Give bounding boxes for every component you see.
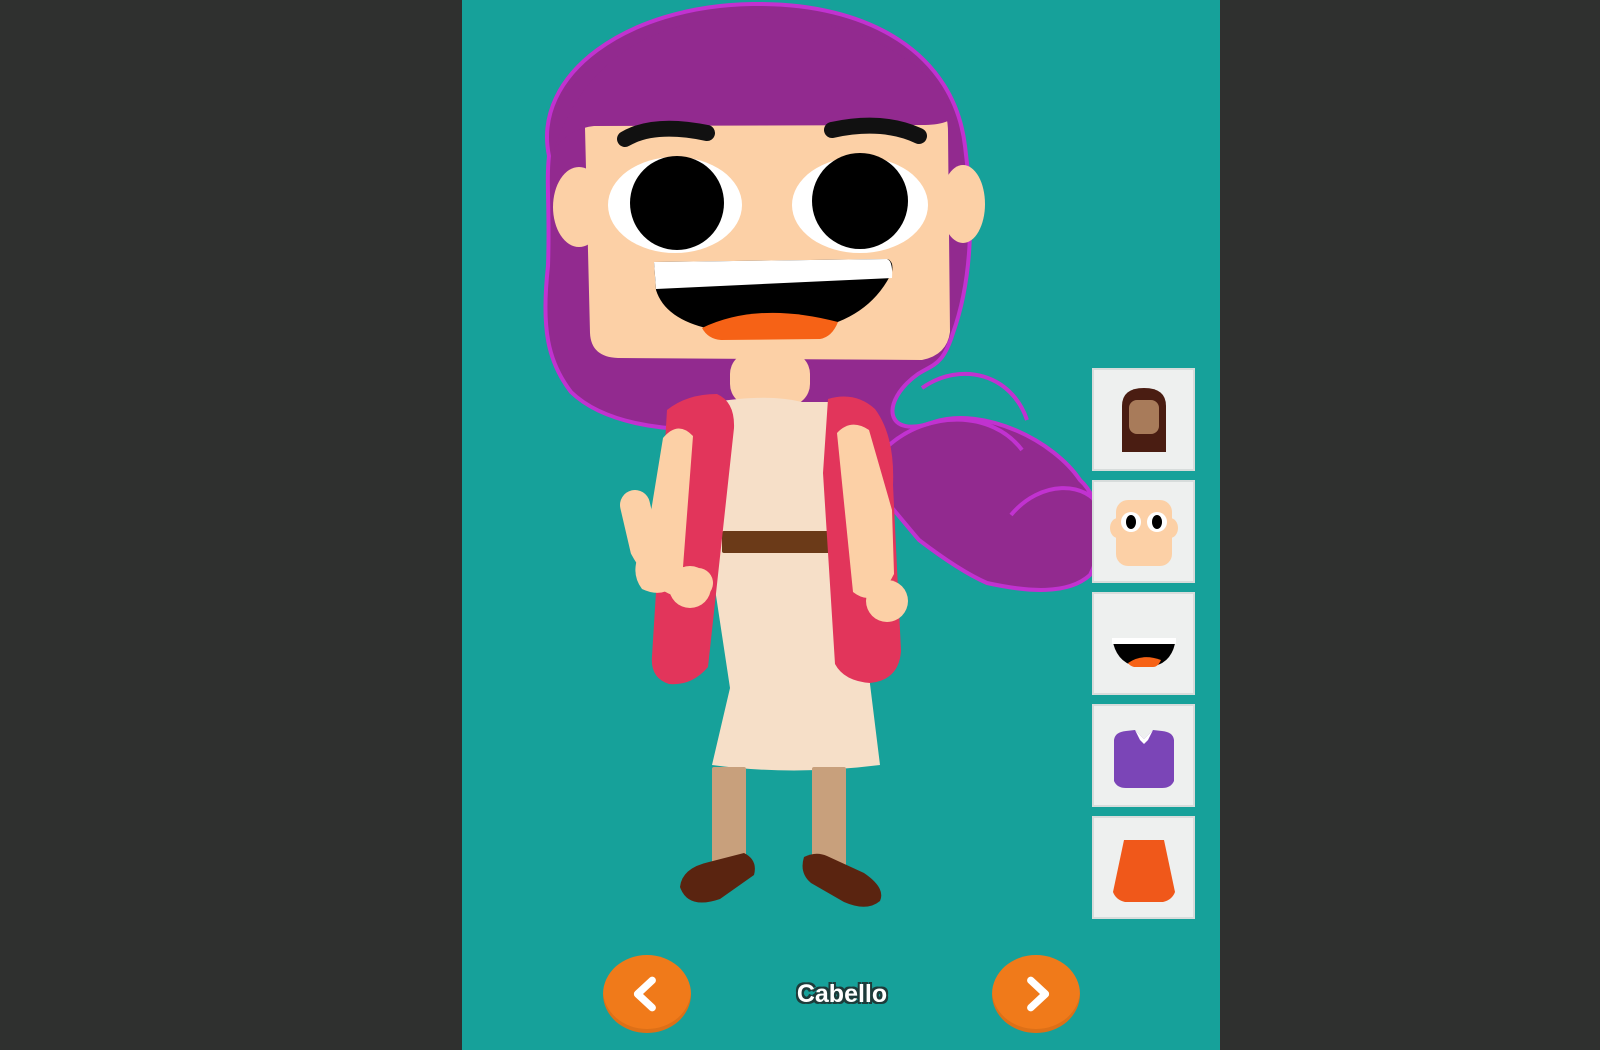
hair-icon [1121, 387, 1166, 452]
part-selector [1092, 368, 1195, 919]
chevron-right-icon [1027, 976, 1050, 1012]
previous-part-button[interactable] [603, 955, 691, 1033]
game-screen: Cabello [0, 0, 1600, 1050]
skirt-icon [1112, 839, 1175, 902]
part-tile-shirt[interactable] [1092, 704, 1195, 807]
part-navigation: Cabello [462, 952, 1220, 1036]
next-part-button[interactable] [992, 955, 1080, 1033]
part-tile-hair[interactable] [1092, 368, 1195, 471]
shirt-icon [1113, 729, 1174, 788]
part-tile-skirt[interactable] [1092, 816, 1195, 919]
character-body [620, 352, 908, 907]
chevron-left-icon [633, 976, 656, 1012]
current-part-label: Cabello [796, 980, 888, 1008]
face-icon [1109, 499, 1178, 566]
mouth-icon [1111, 637, 1176, 667]
character-customizer: Cabello [462, 0, 1220, 1050]
part-tile-mouth[interactable] [1092, 592, 1195, 695]
part-tile-face[interactable] [1092, 480, 1195, 583]
